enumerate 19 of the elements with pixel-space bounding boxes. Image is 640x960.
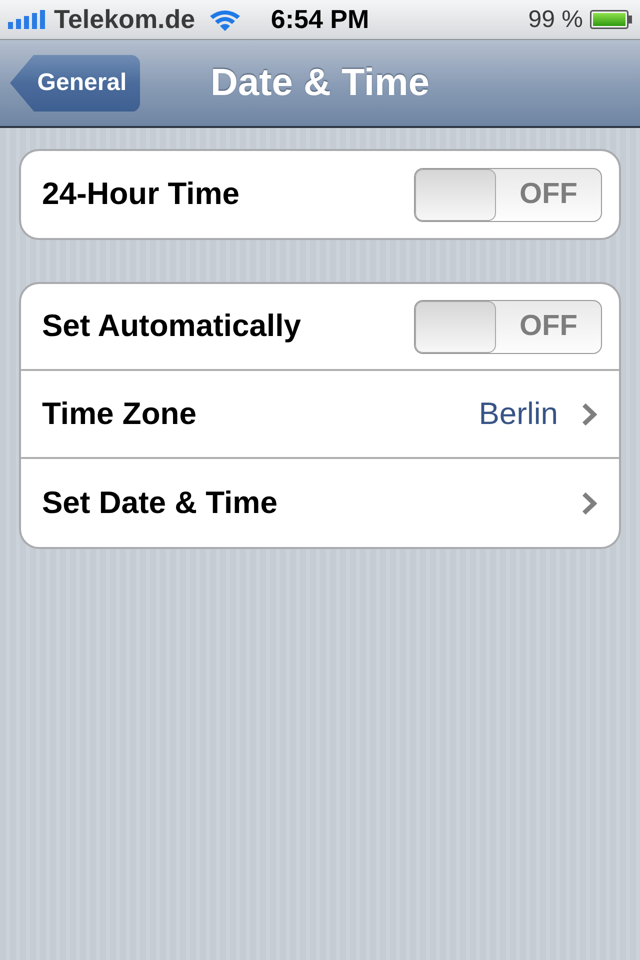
battery-percentage: 99 % [528, 4, 583, 34]
wifi-icon [209, 8, 242, 30]
screen-title: Date & Time [210, 60, 430, 106]
toggle-switch[interactable]: OFF [414, 168, 602, 222]
row-label: Set Date & Time [42, 484, 278, 522]
row-label: 24-Hour Time [42, 175, 240, 214]
signal-bars-icon [8, 10, 45, 29]
list-row[interactable]: Time Zone Berlin [21, 371, 619, 459]
carrier-name: Telekom.de [54, 3, 196, 36]
list-row[interactable]: Set Date & Time [21, 459, 619, 547]
back-button[interactable]: General [10, 54, 140, 112]
row-label: Set Automatically [42, 307, 301, 346]
battery-icon [590, 10, 632, 29]
chevron-right-icon [582, 402, 597, 426]
chevron-right-icon [582, 492, 597, 514]
status-time: 6:54 PM [270, 3, 370, 36]
row-label: Time Zone [42, 394, 196, 433]
row-value: Berlin [478, 394, 558, 433]
toggle-switch[interactable]: OFF [414, 300, 602, 354]
